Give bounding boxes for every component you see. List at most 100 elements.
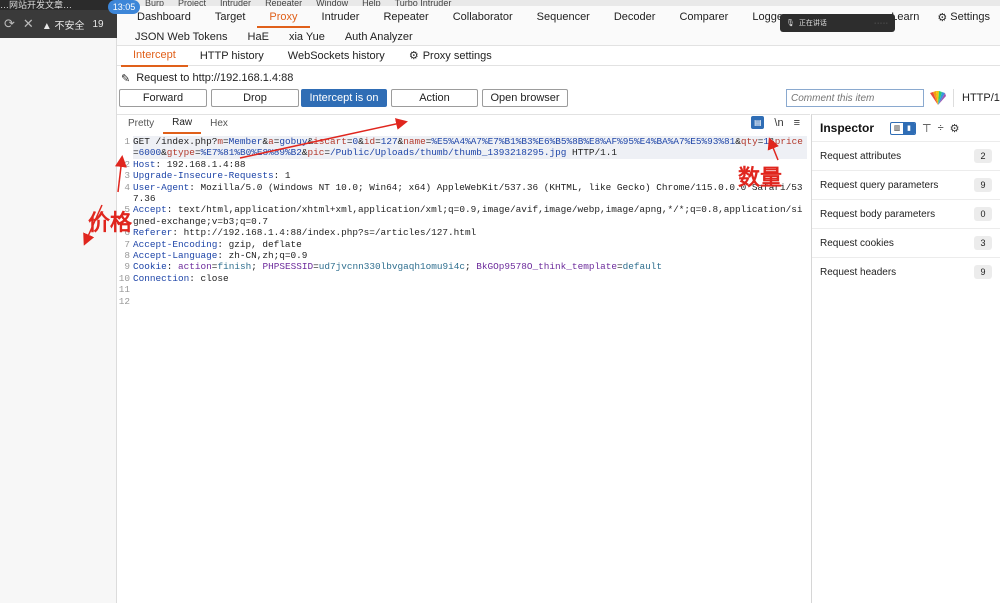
close-icon[interactable]: ✕ — [23, 16, 34, 32]
format-icon[interactable]: ▤ — [751, 116, 765, 129]
inspector-row[interactable]: Request query parameters 9 — [812, 170, 1000, 199]
line-content[interactable]: Accept-Encoding: gzip, deflate — [133, 239, 807, 250]
drop-button[interactable]: Drop — [211, 89, 299, 107]
code-line[interactable]: 6 Referer: http://192.168.1.4:88/index.ph… — [117, 227, 807, 238]
line-number: 3 — [124, 170, 130, 182]
forward-button[interactable]: Forward — [119, 89, 207, 107]
panel-layout-icon[interactable]: ▮ — [903, 122, 916, 134]
code-token: 127 — [380, 136, 398, 147]
tab-collaborator[interactable]: Collaborator — [441, 6, 525, 28]
code-token: iscart — [313, 136, 347, 147]
tab-proxy[interactable]: Proxy — [257, 6, 310, 28]
newline-toggle-icon[interactable]: \n — [774, 117, 783, 129]
arrow-left-icon[interactable]: ⟳ — [4, 16, 15, 32]
code-line[interactable]: 10 Connection: close — [117, 273, 807, 284]
code-token: Cookie — [133, 261, 167, 273]
proxy-settings-label: Proxy settings — [422, 49, 492, 62]
code-token: price — [774, 136, 803, 147]
inspector-row[interactable]: Request cookies 3 — [812, 228, 1000, 257]
tab-repeater[interactable]: Repeater — [371, 6, 440, 28]
tab-raw[interactable]: Raw — [163, 114, 202, 134]
menu-icon[interactable]: ≡ — [794, 117, 800, 129]
split-icon[interactable]: ÷ — [938, 122, 944, 134]
code-line[interactable]: 2 Host: 192.168.1.4:88 — [117, 159, 807, 170]
inspector-row[interactable]: Request body parameters 0 — [812, 199, 1000, 228]
price-annotation: 价格 — [88, 210, 133, 236]
line-content[interactable]: Referer: http://192.168.1.4:88/index.php… — [133, 227, 807, 238]
line-content[interactable]: Connection: close — [133, 273, 807, 284]
line-content[interactable]: Accept: text/html,application/xhtml+xml,… — [133, 204, 807, 227]
tab-hex[interactable]: Hex — [201, 115, 237, 133]
code-token: Accept — [133, 204, 167, 216]
code-line[interactable]: 3 Upgrade-Insecure-Requests: 1 — [117, 170, 807, 181]
settings-button[interactable]: ⚙ Settings — [931, 11, 1000, 24]
tab-intruder[interactable]: Intruder — [310, 6, 372, 28]
request-code[interactable]: 1 GET /index.php?m=Member&a=gobuy&iscart=… — [117, 136, 807, 307]
highlight-color-icon[interactable] — [929, 90, 947, 106]
code-token: finish — [217, 261, 252, 273]
ext-tab-json-web-tokens[interactable]: JSON Web Tokens — [125, 28, 238, 46]
code-line[interactable]: 5 Accept: text/html,application/xhtml+xml… — [117, 204, 807, 227]
http-version-label[interactable]: HTTP/1 — [953, 89, 1000, 107]
code-line[interactable]: 1 GET /index.php?m=Member&a=gobuy&iscart=… — [117, 136, 807, 159]
code-token: ud7jvcnn330lbvgaqh1omu9i4c — [318, 261, 466, 273]
tab-pretty[interactable]: Pretty — [119, 115, 163, 133]
code-line[interactable]: 9 Cookie: action=finish; PHPSESSID=ud7jvc… — [117, 261, 807, 272]
comment-input[interactable] — [786, 89, 924, 107]
pencil-icon[interactable]: ✎ — [121, 72, 130, 85]
inspector-row[interactable]: Request attributes 2 — [812, 141, 1000, 170]
line-number: 1 — [124, 136, 130, 147]
request-editor[interactable]: Pretty Raw Hex ▤ \n ≡ 1 GET /index.php?m=… — [117, 114, 810, 603]
tab-target[interactable]: Target — [203, 6, 258, 28]
code-token: Accept-Encoding — [133, 238, 218, 250]
inspector-row[interactable]: Request headers 9 — [812, 257, 1000, 286]
browser-address-bar[interactable]: ⟳ ✕ ▲ 不安全 19 — [0, 10, 117, 38]
line-number: 11 — [118, 284, 130, 296]
ext-tab-auth-analyzer[interactable]: Auth Analyzer — [335, 28, 423, 46]
action-button[interactable]: Action — [391, 89, 478, 107]
proxy-settings-button[interactable]: ⚙ Proxy settings — [397, 46, 504, 66]
list-layout-icon[interactable]: ▥ — [891, 123, 903, 134]
code-line[interactable]: 8 Accept-Language: zh-CN,zh;q=0.9 — [117, 250, 807, 261]
line-content[interactable]: ​ — [133, 284, 807, 295]
sub-tab-http-history[interactable]: HTTP history — [188, 46, 276, 66]
code-token: User-Agent — [133, 181, 190, 193]
security-warning[interactable]: ▲ 不安全 — [42, 17, 85, 32]
code-token: PHPSESSID — [262, 261, 314, 273]
line-content[interactable]: GET /index.php?m=Member&a=gobuy&iscart=0… — [133, 136, 807, 159]
line-content[interactable]: User-Agent: Mozilla/5.0 (Windows NT 10.0… — [133, 182, 807, 205]
line-number: 12 — [118, 295, 130, 307]
layout-toggle[interactable]: ▥ ▮ — [890, 121, 917, 135]
line-content[interactable]: ​ — [133, 296, 807, 307]
open-browser-button[interactable]: Open browser — [482, 89, 568, 107]
line-content[interactable]: Upgrade-Insecure-Requests: 1 — [133, 170, 807, 181]
code-token: %E5%A4%A7%E7%B1%B3%E6%B5%8B%E8%AF%95%E4%… — [431, 136, 736, 147]
code-token: ; — [251, 261, 263, 273]
tab-comparer[interactable]: Comparer — [667, 6, 740, 28]
code-token: GET /index.php? — [133, 136, 218, 147]
code-line[interactable]: 12​ — [117, 296, 807, 307]
code-line[interactable]: 7 Accept-Encoding: gzip, deflate — [117, 239, 807, 250]
inspector-row-count: 9 — [974, 178, 992, 192]
code-token: gtype — [166, 147, 195, 159]
code-line[interactable]: 4 User-Agent: Mozilla/5.0 (Windows NT 10.… — [117, 182, 807, 205]
sub-tab-intercept[interactable]: Intercept — [121, 45, 188, 67]
url-fragment[interactable]: 19 — [93, 19, 104, 30]
ext-tab-xia-yue[interactable]: xia Yue — [279, 28, 335, 46]
line-content[interactable]: Host: 192.168.1.4:88 — [133, 159, 807, 170]
code-token: Connection — [133, 272, 190, 284]
request-target-label: Request to http://192.168.1.4:88 — [136, 72, 294, 84]
align-top-icon[interactable]: ⊤ — [922, 122, 932, 135]
code-line[interactable]: 11​ — [117, 284, 807, 295]
ext-tab-hae[interactable]: HaE — [238, 28, 279, 46]
inspector-row-label: Request attributes — [820, 150, 902, 162]
line-content[interactable]: Cookie: action=finish; PHPSESSID=ud7jvcn… — [133, 261, 807, 272]
intercept-toggle-button[interactable]: Intercept is on — [301, 89, 387, 107]
code-token: : 192.168.1.4:88 — [155, 158, 246, 170]
tab-sequencer[interactable]: Sequencer — [525, 6, 602, 28]
gear-icon[interactable]: ⚙ — [950, 122, 960, 135]
code-token: name — [403, 136, 426, 147]
line-content[interactable]: Accept-Language: zh-CN,zh;q=0.9 — [133, 250, 807, 261]
tab-decoder[interactable]: Decoder — [602, 6, 668, 28]
sub-tab-websockets-history[interactable]: WebSockets history — [276, 46, 397, 66]
